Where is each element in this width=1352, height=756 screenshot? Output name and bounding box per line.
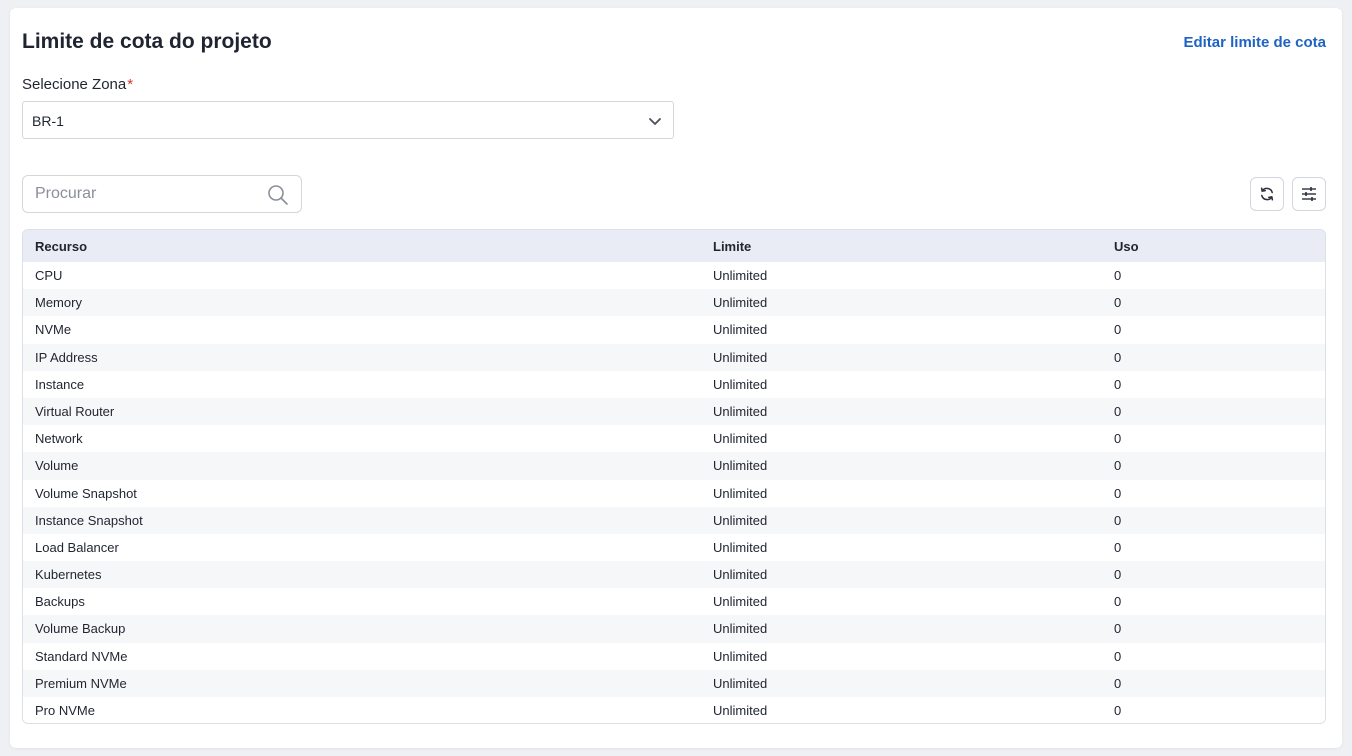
resource-cell: Volume [35,458,79,474]
table-body: CPU Unlimited 0 Memory Unlimited 0 NVMe Unlimit… [23,262,1325,723]
limit-cell: Unlimited [713,431,768,447]
zone-select[interactable]: BR-1 [22,101,674,139]
usage-cell: 0 [1114,648,1122,664]
table-row: Load Balancer Unlimited 0 [23,533,1325,562]
search-box [22,175,302,213]
resource-cell: Standard NVMe [35,648,128,664]
resource-cell: Memory [35,295,82,311]
column-header-uso[interactable]: Uso [1114,239,1139,254]
limit-cell: Unlimited [713,703,768,718]
limit-cell: Unlimited [713,403,768,419]
resource-cell: Volume Backup [35,621,126,637]
usage-cell: 0 [1114,295,1122,311]
limit-cell: Unlimited [713,675,768,691]
usage-cell: 0 [1114,431,1122,447]
table-row: Network Unlimited 0 [23,425,1325,453]
resource-cell: Instance Snapshot [35,512,143,528]
usage-cell: 0 [1114,594,1122,610]
table-row: Instance Unlimited 0 [23,370,1325,398]
sliders-icon [1302,187,1316,201]
usage-cell: 0 [1114,485,1122,501]
resource-cell: Kubernetes [35,567,102,583]
usage-cell: 0 [1114,376,1122,392]
refresh-icon [1260,187,1274,201]
search-input[interactable] [35,184,255,204]
limit-cell: Unlimited [713,594,768,610]
search-icon[interactable] [267,184,289,206]
table-row: Kubernetes Unlimited 0 [23,561,1325,589]
table-row: IP Address Unlimited 0 [23,343,1325,371]
limit-cell: Unlimited [713,648,768,664]
table-header: Recurso Limite Uso [23,230,1325,262]
limit-cell: Unlimited [713,349,768,365]
limit-cell: Unlimited [713,621,768,637]
table-row: Memory Unlimited 0 [23,289,1325,317]
resource-cell: Pro NVMe [35,703,95,718]
resource-cell: Volume Snapshot [35,485,137,501]
quota-card: Limite de cota do projeto Editar limite … [10,8,1342,748]
table-row: Volume Backup Unlimited 0 [23,615,1325,643]
usage-cell: 0 [1114,703,1122,718]
table-row: Premium NVMe Unlimited 0 [23,669,1325,697]
table-row: Volume Unlimited 0 [23,452,1325,480]
table-row: CPU Unlimited 0 [23,262,1325,290]
column-settings-button[interactable] [1292,177,1326,211]
chevron-down-icon [649,118,661,125]
usage-cell: 0 [1114,403,1122,419]
column-header-limite[interactable]: Limite [713,239,751,254]
zone-label-text: Selecione Zona [22,76,127,93]
zone-label: Selecione Zona* [22,76,133,93]
refresh-button[interactable] [1250,177,1284,211]
resource-cell: Instance [35,376,85,392]
resource-cell: NVMe [35,322,72,338]
table-row: Virtual Router Unlimited 0 [23,397,1325,426]
usage-cell: 0 [1114,539,1122,555]
resource-cell: CPU [35,268,63,283]
usage-cell: 0 [1114,458,1122,474]
quota-table: Recurso Limite Uso CPU Unlimited 0 Memory Un… [22,229,1326,724]
table-row: Pro NVMe Unlimited 0 [23,697,1325,723]
limit-cell: Unlimited [713,512,768,528]
usage-cell: 0 [1114,268,1122,283]
resource-cell: Virtual Router [35,403,115,419]
resource-cell: Load Balancer [35,539,119,555]
resource-cell: Backups [35,594,85,610]
limit-cell: Unlimited [713,376,768,392]
zone-select-value: BR-1 [32,113,64,129]
table-row: Instance Snapshot Unlimited 0 [23,506,1325,534]
limit-cell: Unlimited [713,567,768,583]
resource-cell: Premium NVMe [35,675,127,691]
required-mark: * [127,76,134,93]
usage-cell: 0 [1114,567,1122,583]
edit-quota-link[interactable]: Editar limite de cota [1183,34,1326,51]
page-title: Limite de cota do projeto [22,30,272,53]
limit-cell: Unlimited [713,458,768,474]
table-row: Standard NVMe Unlimited 0 [23,642,1325,670]
column-header-recurso[interactable]: Recurso [35,239,87,254]
usage-cell: 0 [1114,675,1122,691]
limit-cell: Unlimited [713,485,768,501]
usage-cell: 0 [1114,322,1122,338]
table-row: NVMe Unlimited 0 [23,316,1325,344]
usage-cell: 0 [1114,349,1122,365]
table-row: Backups Unlimited 0 [23,588,1325,616]
limit-cell: Unlimited [713,322,768,338]
table-row: Volume Snapshot Unlimited 0 [23,479,1325,507]
limit-cell: Unlimited [713,539,768,555]
limit-cell: Unlimited [713,268,768,283]
resource-cell: Network [35,431,83,447]
limit-cell: Unlimited [713,295,768,311]
usage-cell: 0 [1114,512,1122,528]
usage-cell: 0 [1114,621,1122,637]
resource-cell: IP Address [35,349,98,365]
